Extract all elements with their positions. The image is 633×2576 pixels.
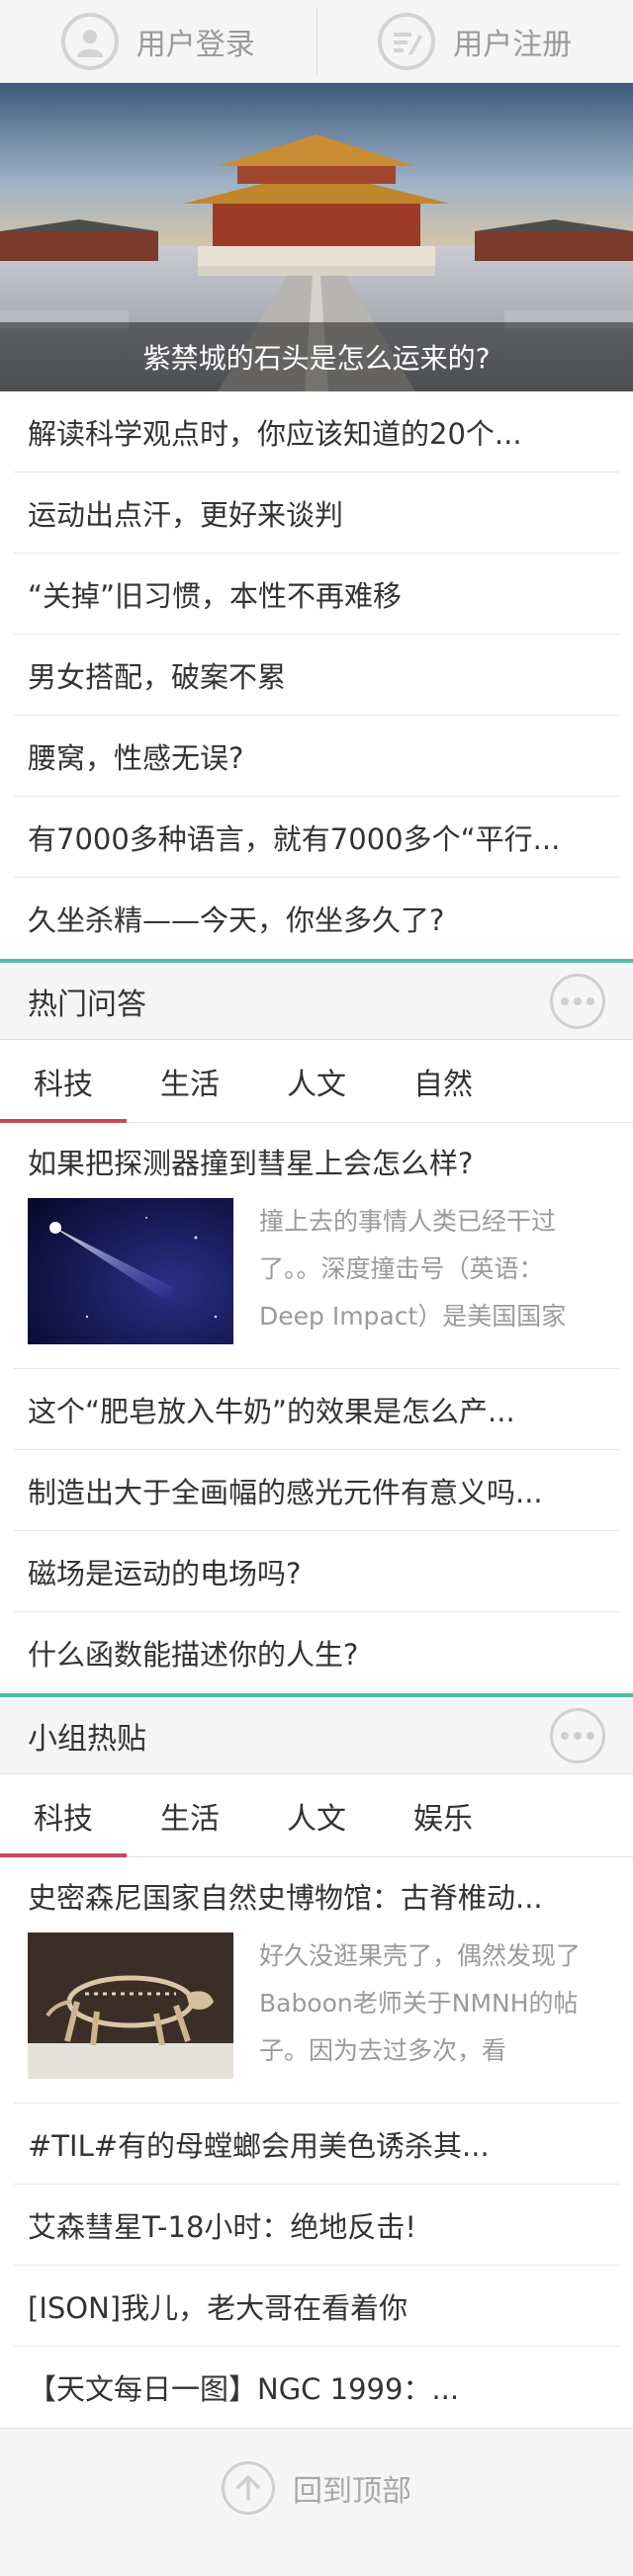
list-item[interactable]: 制造出大于全画幅的感光元件有意义吗... — [14, 1450, 619, 1531]
list-item[interactable]: 【天文每日一图】NGC 1999：... — [14, 2347, 619, 2428]
dot-icon — [587, 1731, 594, 1740]
list-item-title: 磁场是运动的电场吗? — [28, 1556, 302, 1590]
dot-icon — [574, 1731, 582, 1740]
groups-tab-entertainment[interactable]: 娱乐 — [380, 1774, 506, 1856]
list-item-title: #TIL#有的母螳螂会用美色诱杀其... — [28, 2128, 490, 2163]
list-item-title: 这个“肥皂放入牛奶”的效果是怎么产... — [28, 1394, 515, 1428]
dot-icon — [574, 996, 582, 1005]
list-item-title: 解读科学观点时，你应该知道的20个... — [28, 416, 522, 451]
fossil-thumbnail — [28, 1932, 233, 2079]
groups-featured-excerpt: 好久没逛果壳了，偶然发现了Baboon老师关于NMNH的帖子。因为去过多次，看 — [259, 1941, 582, 2065]
hero-caption: 紫禁城的石头是怎么运来的? — [0, 322, 633, 391]
groups-tab-life[interactable]: 生活 — [127, 1774, 253, 1856]
login-label: 用户登录 — [136, 27, 255, 62]
list-item[interactable]: 男女搭配，破案不累 — [14, 635, 619, 716]
qa-featured-item[interactable]: 如果把探测器撞到彗星上会怎么样? 撞上去的事情人类已经干过了。。深度撞击号（英语… — [14, 1123, 619, 1369]
list-item-title: 【天文每日一图】NGC 1999：... — [28, 2372, 460, 2406]
list-item[interactable]: 有7000多种语言，就有7000多个“平行... — [14, 797, 619, 878]
list-item[interactable]: 解读科学观点时，你应该知道的20个... — [14, 391, 619, 472]
list-item[interactable]: 磁场是运动的电场吗? — [14, 1531, 619, 1612]
dot-icon — [561, 996, 569, 1005]
back-to-top-button[interactable]: 回到顶部 — [0, 2428, 633, 2546]
list-item[interactable]: 艾森彗星T-18小时：绝地反击! — [14, 2185, 619, 2266]
list-item-title: [ISON]我儿，老大哥在看着你 — [28, 2290, 408, 2325]
list-item[interactable]: #TIL#有的母螳螂会用美色诱杀其... — [14, 2104, 619, 2185]
qa-tab-humanities[interactable]: 人文 — [253, 1040, 380, 1122]
list-item[interactable]: 什么函数能描述你的人生? — [14, 1612, 619, 1693]
dot-icon — [561, 1731, 569, 1740]
list-item-title: 什么函数能描述你的人生? — [28, 1638, 359, 1672]
list-item[interactable]: 腰窝，性感无误? — [14, 716, 619, 797]
qa-section-title: 热门问答 — [28, 987, 146, 1022]
user-icon — [60, 12, 119, 70]
groups-section-title: 小组热贴 — [28, 1721, 146, 1757]
list-item-title: 久坐杀精——今天，你坐多久了? — [28, 903, 445, 937]
groups-tabs: 科技 生活 人文 娱乐 — [0, 1774, 633, 1857]
list-item-title: 制造出大于全画幅的感光元件有意义吗... — [28, 1475, 543, 1509]
top-bar: 用户登录 用户注册 — [0, 0, 633, 83]
list-item-title: 运动出点汗，更好来谈判 — [28, 497, 344, 532]
arrow-up-icon — [222, 2460, 275, 2515]
list-item-title: 男女搭配，破案不累 — [28, 659, 287, 694]
hero-banner[interactable]: 紫禁城的石头是怎么运来的? — [0, 83, 633, 391]
groups-featured-item[interactable]: 史密森尼国家自然史博物馆：古脊椎动... 好久没逛果壳了，偶然发现了Baboon… — [14, 1857, 619, 2104]
qa-tab-tech[interactable]: 科技 — [0, 1040, 127, 1123]
register-button[interactable]: 用户注册 — [317, 0, 633, 82]
groups-list: 史密森尼国家自然史博物馆：古脊椎动... 好久没逛果壳了，偶然发现了Baboon… — [0, 1857, 633, 2428]
list-item-title: 艾森彗星T-18小时：绝地反击! — [28, 2209, 417, 2244]
list-item-title: “关掉”旧习惯，本性不再难移 — [28, 578, 403, 613]
qa-more-button[interactable] — [550, 973, 605, 1029]
qa-featured-excerpt: 撞上去的事情人类已经干过了。。深度撞击号（英语：Deep Impact）是美国国… — [259, 1207, 567, 1331]
qa-tab-nature[interactable]: 自然 — [380, 1040, 506, 1122]
register-label: 用户注册 — [453, 27, 573, 62]
edit-list-icon — [378, 12, 436, 70]
article-list: 解读科学观点时，你应该知道的20个... 运动出点汗，更好来谈判 “关掉”旧习惯… — [0, 391, 633, 959]
qa-list: 如果把探测器撞到彗星上会怎么样? 撞上去的事情人类已经干过了。。深度撞击号（英语… — [0, 1123, 633, 1693]
list-item[interactable]: 运动出点汗，更好来谈判 — [14, 472, 619, 554]
groups-featured-title: 史密森尼国家自然史博物馆：古脊椎动... — [28, 1881, 543, 1915]
list-item[interactable]: 这个“肥皂放入牛奶”的效果是怎么产... — [14, 1369, 619, 1450]
qa-section-header: 热门问答 — [0, 959, 633, 1040]
list-item[interactable]: “关掉”旧习惯，本性不再难移 — [14, 554, 619, 635]
groups-section-header: 小组热贴 — [0, 1693, 633, 1774]
comet-thumbnail — [28, 1198, 233, 1344]
list-item-title: 腰窝，性感无误? — [28, 740, 244, 775]
qa-tab-life[interactable]: 生活 — [127, 1040, 253, 1122]
list-item[interactable]: [ISON]我儿，老大哥在看着你 — [14, 2266, 619, 2347]
back-to-top-label: 回到顶部 — [293, 2473, 411, 2509]
groups-tab-tech[interactable]: 科技 — [0, 1774, 127, 1857]
groups-tab-humanities[interactable]: 人文 — [253, 1774, 380, 1856]
qa-featured-title: 如果把探测器撞到彗星上会怎么样? — [28, 1147, 474, 1180]
dot-icon — [587, 996, 594, 1005]
groups-more-button[interactable] — [550, 1707, 605, 1763]
login-button[interactable]: 用户登录 — [0, 0, 316, 82]
qa-tabs: 科技 生活 人文 自然 — [0, 1040, 633, 1123]
list-item-title: 有7000多种语言，就有7000多个“平行... — [28, 821, 561, 856]
list-item[interactable]: 久坐杀精——今天，你坐多久了? — [14, 878, 619, 959]
